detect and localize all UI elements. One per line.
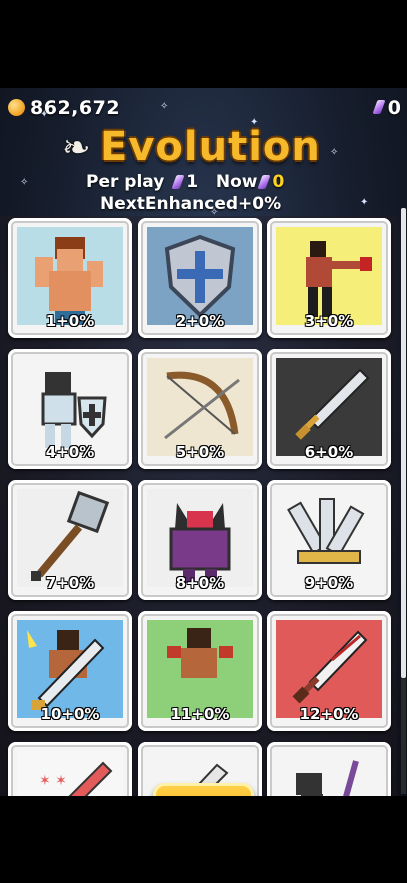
demon-armor-icon xyxy=(147,489,253,587)
item-card-2[interactable]: 2+0% xyxy=(138,218,262,338)
scrollbar[interactable] xyxy=(401,208,406,794)
item-card-5[interactable]: 5+0% xyxy=(138,349,262,469)
item-card-7[interactable]: 7+0% xyxy=(8,480,132,600)
gem-count: 0 xyxy=(387,97,401,119)
coin-icon xyxy=(8,99,25,116)
warrior-sword-icon xyxy=(17,620,123,718)
item-level-label: 4+0% xyxy=(45,443,95,461)
item-level-label: 6+0% xyxy=(304,443,354,461)
svg-text:✶ ✶: ✶ ✶ xyxy=(39,773,67,789)
game-screen: ✦✧ ✦✧ ✧✦ ✦✧ ✧✦ 862,672 0 ❧ Evolution Per… xyxy=(0,88,407,796)
knight-shield-icon xyxy=(17,358,123,456)
item-card-15[interactable] xyxy=(267,742,391,796)
wing-icon: ❧ xyxy=(62,128,91,168)
currency-bar: 862,672 0 xyxy=(0,96,407,120)
item-level-label: 10+0% xyxy=(40,705,100,723)
per-play-value: 1 xyxy=(186,172,199,192)
item-card-1[interactable]: 1+0% xyxy=(8,218,132,338)
scrollbar-thumb[interactable] xyxy=(401,208,406,678)
check-icon: ✔ xyxy=(153,789,254,796)
now-value: 0 xyxy=(272,172,285,192)
red-sword-icon xyxy=(276,620,382,718)
mace-icon xyxy=(17,489,123,587)
item-level-label: 12+0% xyxy=(299,705,359,723)
item-card-10[interactable]: 10+0% xyxy=(8,611,132,731)
item-card-9[interactable]: 9+0% xyxy=(267,480,391,600)
item-level-label: 1+0% xyxy=(45,312,95,330)
item-card-4[interactable]: 4+0% xyxy=(8,349,132,469)
item-card-8[interactable]: 8+0% xyxy=(138,480,262,600)
item-level-label: 3+0% xyxy=(304,312,354,330)
item-card-6[interactable]: 6+0% xyxy=(267,349,391,469)
item-level-label: 5+0% xyxy=(175,443,225,461)
item-card-11[interactable]: 11+0% xyxy=(138,611,262,731)
evolution-grid: 1+0% 2+0% 3+0% 4+0% 5+0% 6+0% 7+0% 8+0% … xyxy=(0,216,397,796)
blood-blade-icon: ✶ ✶ xyxy=(17,751,123,796)
item-level-label: 9+0% xyxy=(304,574,354,592)
staff-hero-icon xyxy=(276,751,382,796)
boxer-icon xyxy=(276,227,382,325)
title-banner: ❧ Evolution xyxy=(0,124,407,174)
item-level-label: 11+0% xyxy=(170,705,230,723)
item-level-label: 8+0% xyxy=(175,574,225,592)
confirm-button[interactable]: ✔ xyxy=(153,783,254,796)
bow-icon xyxy=(147,358,253,456)
muscle-man-icon xyxy=(17,227,123,325)
swords-bundle-icon xyxy=(276,489,382,587)
gem-icon xyxy=(257,175,272,189)
item-card-13[interactable]: ✶ ✶ xyxy=(8,742,132,796)
gem-icon xyxy=(372,100,386,114)
item-card-12[interactable]: 12+0% xyxy=(267,611,391,731)
item-card-3[interactable]: 3+0% xyxy=(267,218,391,338)
warrior-icon xyxy=(147,620,253,718)
shield-icon xyxy=(147,227,253,325)
per-play-info: Per play 1 Now 0 xyxy=(86,172,284,192)
page-title: Evolution xyxy=(100,124,321,170)
item-level-label: 2+0% xyxy=(175,312,225,330)
now-label: Now xyxy=(215,172,258,192)
gem-icon xyxy=(171,175,185,189)
coin-count: 862,672 xyxy=(30,97,121,119)
sword-icon xyxy=(276,358,382,456)
item-level-label: 7+0% xyxy=(45,574,95,592)
next-enhanced: NextEnhanced+0% xyxy=(100,194,282,214)
per-play-label: Per play xyxy=(86,172,165,192)
